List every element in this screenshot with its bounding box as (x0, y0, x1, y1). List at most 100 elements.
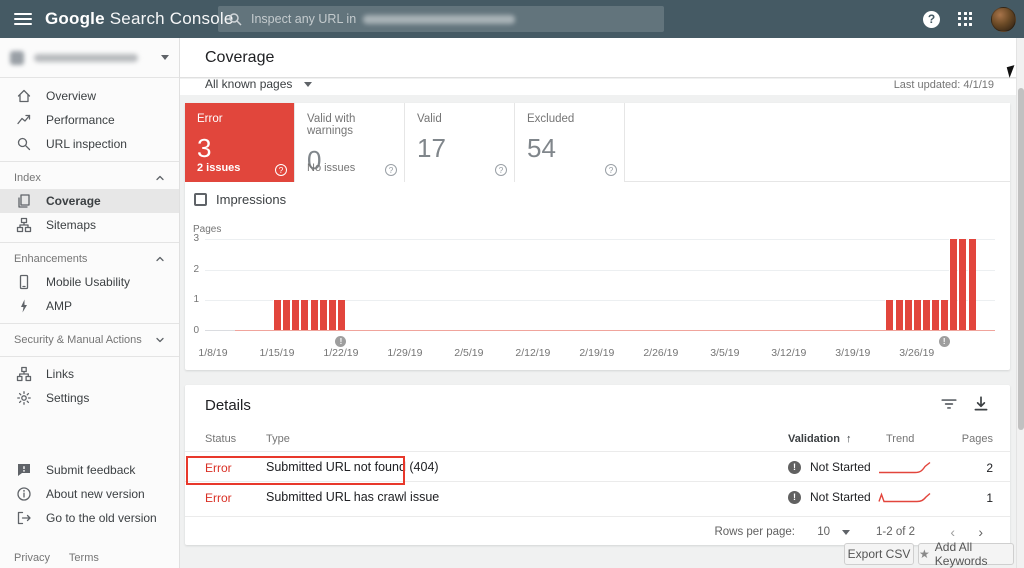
chevron-up-icon (155, 255, 165, 263)
x-tick-label: 1/15/19 (252, 347, 302, 359)
validation-alert-icon: ! (788, 461, 801, 474)
chart-bar (885, 300, 893, 330)
apps-grid-icon[interactable] (958, 12, 973, 27)
export-csv-button[interactable]: Export CSV (844, 543, 914, 565)
y-tick-label: 1 (185, 294, 199, 305)
chart-event-marker[interactable]: ! (939, 336, 950, 347)
vertical-scrollbar[interactable] (1016, 38, 1024, 568)
x-tick-label: 1/22/19 (316, 347, 366, 359)
top-bar: GoogleSearch Console Inspect any URL in … (0, 0, 1024, 38)
sidebar-item-coverage[interactable]: Coverage (0, 189, 179, 213)
divider (0, 323, 179, 324)
impressions-checkbox[interactable] (194, 193, 207, 206)
sidebar-item-about-new-version[interactable]: About new version (0, 482, 179, 506)
app-logo[interactable]: GoogleSearch Console (45, 9, 234, 29)
sidebar-item-mobile-usability[interactable]: Mobile Usability (0, 270, 179, 294)
search-icon (228, 12, 242, 26)
scrollbar-thumb[interactable] (1018, 88, 1024, 430)
property-selector[interactable] (0, 38, 179, 78)
column-pages[interactable]: Pages (962, 433, 993, 445)
chevron-down-icon (161, 55, 169, 60)
chart-bar (949, 239, 957, 330)
column-status[interactable]: Status (205, 433, 236, 445)
toolbar: All known pages Last updated: 4/1/19 (180, 79, 1016, 95)
rows-per-page-select[interactable]: 10 (817, 526, 830, 538)
sidebar-item-overview[interactable]: Overview (0, 84, 179, 108)
chart-bar (310, 300, 318, 330)
gridline (205, 270, 995, 271)
help-icon[interactable]: ? (385, 164, 397, 176)
links-icon (16, 366, 32, 382)
next-page-icon[interactable]: › (978, 524, 983, 540)
filter-icon[interactable] (940, 395, 958, 413)
sidebar-item-sitemaps[interactable]: Sitemaps (0, 213, 179, 237)
logo-google: Google (45, 9, 105, 28)
sidebar-item-url-inspection[interactable]: URL inspection (0, 132, 179, 156)
search-icon (16, 136, 32, 152)
google-search-console-app: GoogleSearch Console Inspect any URL in … (0, 0, 1024, 568)
impressions-checkbox-row[interactable]: Impressions (194, 192, 286, 207)
impressions-label: Impressions (216, 192, 286, 207)
chevron-down-icon (304, 82, 312, 87)
x-tick-label: 1/8/19 (188, 347, 238, 359)
star-icon: ★ (919, 547, 930, 561)
details-title: Details (205, 397, 251, 414)
chart-event-marker[interactable]: ! (335, 336, 346, 347)
sidebar-item-links[interactable]: Links (0, 362, 179, 386)
help-icon[interactable]: ? (605, 164, 617, 176)
chart-bar (968, 239, 976, 330)
url-inspect-search-input[interactable]: Inspect any URL in (218, 6, 664, 32)
add-all-keywords-button[interactable]: ★Add All Keywords (918, 543, 1014, 565)
sidebar: Overview Performance URL inspection Inde… (0, 38, 180, 568)
page-header: Coverage (180, 38, 1016, 78)
column-trend[interactable]: Trend (886, 433, 914, 445)
previous-page-icon[interactable]: ‹ (950, 524, 955, 540)
terms-link[interactable]: Terms (69, 552, 99, 564)
table-row-submitted-url-not-found[interactable]: Error Submitted URL not found (404) ! No… (185, 451, 1010, 481)
menu-icon[interactable] (14, 13, 32, 25)
coverage-pages-icon (16, 193, 32, 209)
last-updated-text: Last updated: 4/1/19 (894, 79, 994, 91)
column-type[interactable]: Type (266, 433, 290, 445)
sidebar-item-performance[interactable]: Performance (0, 108, 179, 132)
chevron-down-icon[interactable] (842, 530, 850, 535)
column-validation-sorted[interactable]: Validation↑ (788, 433, 851, 445)
y-tick-label: 0 (185, 325, 199, 336)
trend-sparkline (877, 459, 933, 476)
pagination-range: 1-2 of 2 (876, 526, 915, 538)
sidebar-nav: Overview Performance URL inspection Inde… (0, 78, 179, 530)
section-index[interactable]: Index (0, 167, 179, 189)
chart-bar (337, 300, 345, 330)
home-icon (16, 88, 32, 104)
section-enhancements[interactable]: Enhancements (0, 248, 179, 270)
card-error[interactable]: Error 3 2 issues ? (185, 103, 295, 182)
status-cards: Error 3 2 issues ? Valid with warnings 0… (185, 103, 1010, 182)
help-icon[interactable]: ? (275, 164, 287, 176)
sidebar-item-submit-feedback[interactable]: Submit feedback (0, 458, 179, 482)
card-valid-with-warnings[interactable]: Valid with warnings 0 No issues ? (295, 103, 405, 182)
section-security-manual-actions[interactable]: Security & Manual Actions (0, 329, 179, 351)
x-tick-label: 2/26/19 (636, 347, 686, 359)
zero-value-line (235, 330, 995, 331)
page-title: Coverage (205, 49, 274, 67)
sidebar-item-settings[interactable]: Settings (0, 386, 179, 410)
top-bar-actions: ? (923, 0, 1024, 38)
help-icon[interactable]: ? (495, 164, 507, 176)
sidebar-item-amp[interactable]: AMP (0, 294, 179, 318)
privacy-link[interactable]: Privacy (14, 552, 50, 564)
chart-bar (931, 300, 939, 330)
cards-filler (625, 103, 1010, 181)
chart-bar (940, 300, 948, 330)
chevron-down-icon (155, 336, 165, 344)
performance-icon (16, 112, 32, 128)
scope-filter-dropdown[interactable]: All known pages (205, 77, 312, 91)
card-valid[interactable]: Valid 17 ? (405, 103, 515, 182)
sidebar-item-go-to-old-version[interactable]: Go to the old version (0, 506, 179, 530)
download-icon[interactable] (972, 395, 990, 413)
card-excluded[interactable]: Excluded 54 ? (515, 103, 625, 182)
divider (0, 356, 179, 357)
help-icon[interactable]: ? (923, 11, 940, 28)
table-row-submitted-url-crawl-issue[interactable]: Error Submitted URL has crawl issue ! No… (185, 481, 1010, 511)
x-tick-label: 2/12/19 (508, 347, 558, 359)
user-avatar[interactable] (991, 7, 1016, 32)
